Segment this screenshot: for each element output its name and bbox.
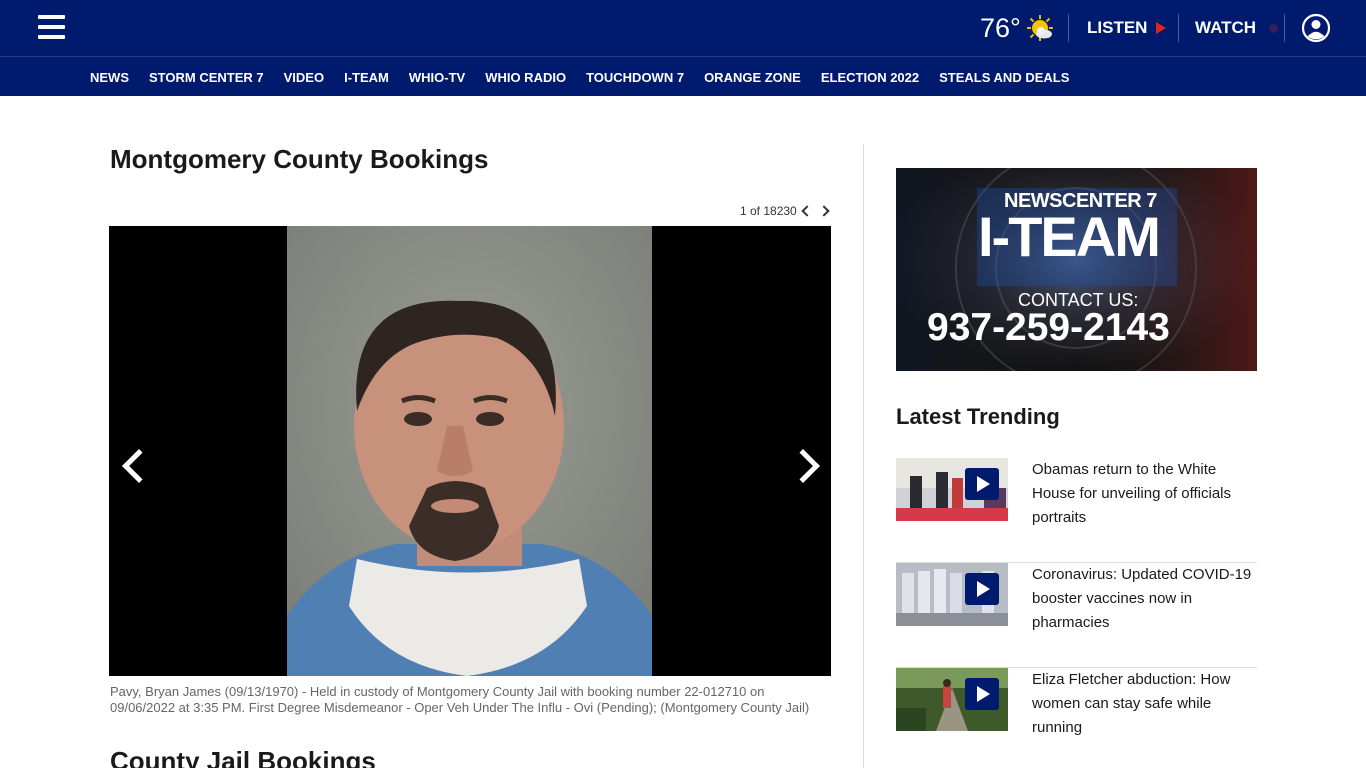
nav-item-video[interactable]: VIDEO (284, 70, 324, 85)
trending-item-title[interactable]: Coronavirus: Updated COVID-19 booster va… (1032, 563, 1254, 635)
nav-item-election-2022[interactable]: ELECTION 2022 (821, 70, 919, 85)
temperature: 76° (980, 12, 1021, 43)
nav-item-whio-radio[interactable]: WHIO RADIO (485, 70, 566, 85)
trending-item-title[interactable]: Obamas return to the White House for unv… (1032, 458, 1254, 530)
play-icon (1156, 22, 1167, 34)
sun-cloud-icon (1026, 15, 1053, 41)
listen-label: LISTEN (1087, 18, 1148, 37)
watch-button[interactable]: WATCH (1195, 18, 1279, 38)
watch-label: WATCH (1195, 18, 1257, 37)
header-separator (1284, 14, 1285, 42)
live-dot-icon (1269, 23, 1279, 33)
nav-item-whio-tv[interactable]: WHIO-TV (409, 70, 465, 85)
weather-widget[interactable]: 76° (980, 10, 1055, 46)
user-account-icon[interactable] (1301, 13, 1331, 43)
trending-item-title[interactable]: Eliza Fletcher abduction: How women can … (1032, 668, 1254, 740)
chevron-right-icon[interactable] (818, 205, 830, 217)
booking-photo (287, 226, 652, 676)
header-separator (1178, 14, 1179, 42)
photo-caption: Pavy, Bryan James (09/13/1970) - Held in… (110, 684, 810, 715)
gallery-counter-text: 1 of 18230 (740, 204, 797, 218)
top-bar: 76° LISTEN WATCH (0, 0, 1366, 56)
menu-icon[interactable] (38, 15, 65, 40)
nav-item-steals-and-deals[interactable]: STEALS AND DEALS (939, 70, 1069, 85)
play-icon[interactable] (965, 573, 999, 605)
nav-item-storm-center-7[interactable]: STORM CENTER 7 (149, 70, 264, 85)
video-thumbnail[interactable] (896, 458, 1008, 521)
trending-item[interactable]: Eliza Fletcher abduction: How women can … (896, 668, 1257, 768)
nav-item-news[interactable]: NEWS (90, 70, 129, 85)
chevron-left-icon[interactable] (801, 205, 813, 217)
ad-phone: 937-259-2143 (927, 306, 1170, 349)
photo-gallery (109, 226, 831, 676)
page-title: Montgomery County Bookings (110, 144, 489, 174)
ad-title: I-TEAM (978, 205, 1161, 268)
gallery-counter: 1 of 18230 (740, 204, 830, 218)
column-divider (863, 144, 864, 768)
play-icon[interactable] (965, 468, 999, 500)
nav-item-orange-zone[interactable]: ORANGE ZONE (704, 70, 801, 85)
section-title: County Jail Bookings (110, 746, 376, 768)
listen-button[interactable]: LISTEN (1087, 18, 1167, 38)
video-thumbnail[interactable] (896, 563, 1008, 626)
trending-item[interactable]: Obamas return to the White House for unv… (896, 458, 1257, 563)
nav-item-touchdown-7[interactable]: TOUCHDOWN 7 (586, 70, 684, 85)
trending-item[interactable]: Coronavirus: Updated COVID-19 booster va… (896, 563, 1257, 668)
nav-item-i-team[interactable]: I-TEAM (344, 70, 389, 85)
mugshot-image (287, 226, 652, 676)
gallery-prev-arrow-icon[interactable] (122, 449, 156, 483)
video-thumbnail[interactable] (896, 668, 1008, 731)
gallery-next-arrow-icon[interactable] (786, 449, 820, 483)
trending-title: Latest Trending (896, 404, 1060, 429)
header-separator (1068, 14, 1069, 42)
main-nav: NEWS STORM CENTER 7 VIDEO I-TEAM WHIO-TV… (0, 56, 1366, 96)
i-team-ad[interactable]: NEWSCENTER 7 I-TEAM CONTACT US: 937-259-… (896, 168, 1257, 371)
play-icon[interactable] (965, 678, 999, 710)
